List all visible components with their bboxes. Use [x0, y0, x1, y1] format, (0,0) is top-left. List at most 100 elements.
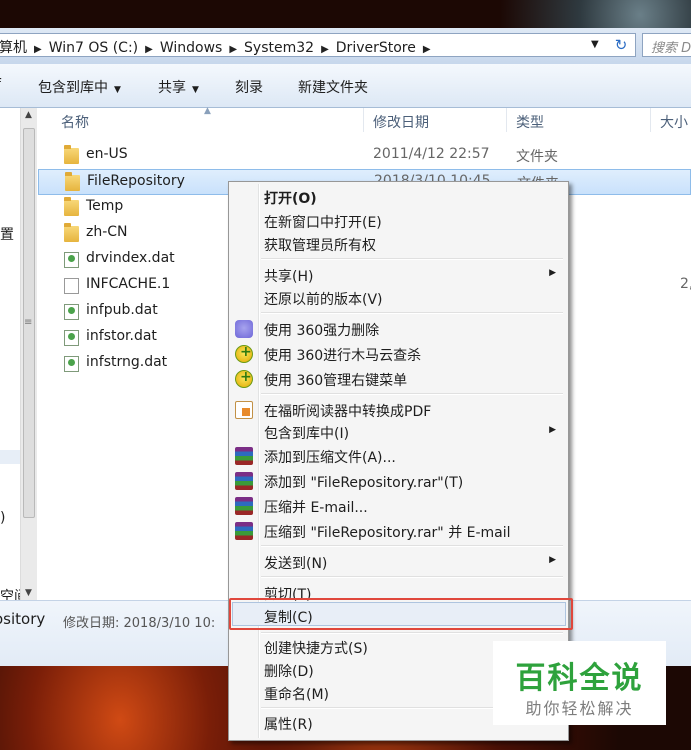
menu-item-360-trojan-scan[interactable]: 使用 360进行木马云查杀: [231, 342, 566, 366]
nav-item[interactable]: 置: [0, 224, 14, 244]
column-headers: ▲ 名称 修改日期 类型 大小: [38, 106, 691, 132]
menu-item-add-to-rar[interactable]: 添加到 "FileRepository.rar"(T): [231, 469, 566, 493]
nav-divider: [0, 450, 20, 464]
chevron-right-icon[interactable]: ▶: [321, 44, 329, 55]
submenu-arrow-icon: ▶: [549, 425, 556, 435]
menu-item-label: 打开(O): [264, 191, 317, 207]
menu-item-label: 压缩并 E-mail...: [264, 500, 368, 516]
menu-item-label: 发送到(N): [264, 556, 328, 572]
folder-icon: [65, 172, 80, 191]
breadcrumb-system32[interactable]: System32: [244, 40, 314, 56]
menu-item-label: 删除(D): [264, 664, 314, 680]
column-divider[interactable]: [506, 108, 507, 132]
folder-icon: [64, 197, 79, 216]
file-name: infstrng.dat: [86, 354, 168, 370]
file-type: 文件夹: [516, 149, 558, 165]
watermark-logo: 百科全说 助你轻松解决: [493, 641, 666, 725]
winrar-icon: [235, 522, 253, 540]
dropdown-arrow-icon: ▼: [192, 85, 199, 95]
menu-item-label: 添加到 "FileRepository.rar"(T): [264, 475, 464, 491]
breadcrumb-c-drive[interactable]: Win7 OS (C:): [49, 40, 138, 56]
menu-item-label: 压缩到 "FileRepository.rar" 并 E-mail: [264, 525, 511, 541]
360-eraser-icon: [235, 320, 253, 338]
toolbar-organize-button[interactable]: f: [0, 77, 1, 93]
breadcrumb-computer[interactable]: 算机: [0, 37, 27, 57]
file-name: INFCACHE.1: [86, 276, 171, 292]
toolbar-new-folder-button[interactable]: 新建文件夹: [298, 77, 368, 97]
menu-separator: [261, 393, 563, 395]
file-name: drvindex.dat: [86, 250, 175, 266]
menu-item-open[interactable]: 打开(O): [231, 185, 566, 209]
file-name: en-US: [86, 146, 128, 162]
menu-item-compress-rar-email[interactable]: 压缩到 "FileRepository.rar" 并 E-mail: [231, 519, 566, 543]
submenu-arrow-icon: ▶: [549, 268, 556, 278]
toolbar-burn-button[interactable]: 刻录: [235, 77, 263, 97]
menu-item-share[interactable]: 共享(H) ▶: [231, 263, 566, 287]
menu-item-label: 包含到库中(I): [264, 426, 350, 442]
column-divider[interactable]: [363, 108, 364, 132]
menu-item-open-new-window[interactable]: 在新窗口中打开(E): [231, 209, 566, 233]
menu-separator: [261, 632, 563, 634]
menu-item-360-force-delete[interactable]: 使用 360强力删除: [231, 317, 566, 341]
column-header-date[interactable]: 修改日期: [373, 112, 429, 132]
breadcrumb: 算机 ▶ Win7 OS (C:) ▶ Windows ▶ System32 ▶ DriverS…: [0, 37, 438, 57]
scroll-down-arrow-icon[interactable]: ▼: [25, 588, 32, 598]
address-history-dropdown-icon[interactable]: ▼: [591, 39, 599, 50]
column-header-type[interactable]: 类型: [516, 112, 544, 132]
column-header-name[interactable]: 名称: [61, 112, 89, 132]
file-name: FileRepository: [87, 173, 185, 189]
menu-separator: [261, 312, 563, 314]
details-modified-date: 修改日期: 2018/3/10 10:: [63, 616, 216, 631]
scroll-up-arrow-icon[interactable]: ▲: [25, 110, 32, 120]
chevron-right-icon[interactable]: ▶: [229, 44, 237, 55]
file-row[interactable]: en-US 2011/4/12 22:57 文件夹: [38, 143, 691, 169]
chevron-right-icon[interactable]: ▶: [423, 44, 431, 55]
scroll-grip-icon: ≡: [24, 317, 33, 328]
menu-item-restore-previous[interactable]: 还原以前的版本(V): [231, 286, 566, 310]
file-icon: [64, 278, 79, 294]
menu-item-compress-email[interactable]: 压缩并 E-mail...: [231, 494, 566, 518]
breadcrumb-driverstore[interactable]: DriverStore: [336, 40, 416, 56]
menu-separator: [261, 258, 563, 260]
menu-item-label: 还原以前的版本(V): [264, 292, 383, 308]
menu-item-send-to[interactable]: 发送到(N) ▶: [231, 550, 566, 574]
search-input[interactable]: 搜索 Dr: [642, 33, 691, 57]
menu-item-include-in-library[interactable]: 包含到库中(I) ▶: [231, 420, 566, 444]
pdf-convert-icon: [235, 401, 253, 419]
copy-highlight-annotation: [229, 598, 573, 630]
sort-ascending-icon: ▲: [204, 106, 211, 116]
column-divider[interactable]: [650, 108, 651, 132]
menu-separator: [261, 576, 563, 578]
dat-file-icon: [64, 356, 79, 372]
menu-item-convert-pdf[interactable]: 在福昕阅读器中转换成PDF: [231, 398, 566, 422]
address-bar[interactable]: 算机 ▶ Win7 OS (C:) ▶ Windows ▶ System32 ▶ DriverS…: [0, 33, 636, 57]
menu-item-label: 在新窗口中打开(E): [264, 215, 382, 231]
refresh-icon[interactable]: ↻: [611, 35, 631, 55]
menu-item-add-to-archive[interactable]: 添加到压缩文件(A)...: [231, 444, 566, 468]
file-name: infstor.dat: [86, 328, 157, 344]
chevron-right-icon[interactable]: ▶: [145, 44, 153, 55]
chevron-right-icon[interactable]: ▶: [34, 44, 42, 55]
file-size: 2,: [680, 276, 691, 292]
nav-item[interactable]: ): [0, 510, 5, 526]
menu-item-label: 重命名(M): [264, 687, 330, 703]
file-date: 2011/4/12 22:57: [373, 146, 490, 162]
nav-scrollbar[interactable]: ▲ ≡ ▼: [20, 108, 37, 600]
folder-icon: [64, 145, 79, 164]
menu-item-take-ownership[interactable]: 获取管理员所有权: [231, 232, 566, 256]
360-shield-icon: [235, 369, 253, 388]
watermark-subtitle: 助你轻松解决: [525, 699, 634, 718]
menu-item-label: 在福昕阅读器中转换成PDF: [264, 404, 432, 420]
menu-item-360-manage-menu[interactable]: 使用 360管理右键菜单: [231, 367, 566, 391]
toolbar-item-label: 共享: [158, 80, 186, 96]
file-name: zh-CN: [86, 224, 128, 240]
menu-item-label: 使用 360管理右键菜单: [264, 373, 408, 389]
breadcrumb-windows[interactable]: Windows: [160, 40, 223, 56]
toolbar-include-in-library-button[interactable]: 包含到库中 ▼: [38, 77, 121, 97]
menu-item-label: 属性(R): [264, 717, 313, 733]
toolbar-share-button[interactable]: 共享 ▼: [158, 77, 199, 97]
toolbar-item-label: 包含到库中: [38, 80, 108, 96]
submenu-arrow-icon: ▶: [549, 555, 556, 565]
column-header-size[interactable]: 大小: [660, 112, 688, 132]
dat-file-icon: [64, 304, 79, 320]
